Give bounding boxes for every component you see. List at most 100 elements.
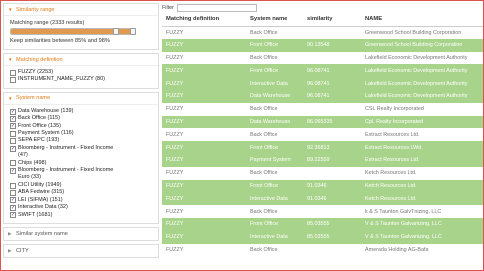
city-header[interactable]: ▶ CITY (4, 245, 158, 257)
system-name-item[interactable]: Bloomberg - Instrument - Fixed Income (10, 167, 154, 174)
system-name-item: Euro (33) (10, 174, 154, 181)
cell-matching-definition: FUZZY (162, 192, 246, 206)
cell-system-name: Front Office (246, 141, 303, 154)
cell-name: Ketch Resources Ltd. (361, 179, 483, 193)
cell-similarity: 92.36813 (303, 141, 361, 154)
app-frame: ▼ Similarity range Matching range (2333 … (0, 0, 484, 271)
checkbox[interactable] (10, 138, 16, 145)
system-name-item-label: Interactive Data (32) (18, 204, 68, 211)
checkbox[interactable] (10, 108, 16, 115)
city-title: CITY (16, 247, 29, 254)
table-row[interactable]: FUZZY Back Office Amerada Holding AG-Bafa (162, 243, 483, 257)
matching-definition-header[interactable]: ▼ Matching definition (4, 54, 158, 66)
system-name-item[interactable]: Interactive Data (32) (10, 204, 154, 211)
system-name-item-label: Euro (33) (18, 174, 41, 181)
checkbox[interactable] (10, 115, 16, 122)
slider-handle-max[interactable] (129, 28, 136, 35)
table-row[interactable]: FUZZY Payment System 89.22559 Extract Resou… (162, 153, 483, 167)
cell-name: CSL Realty Incorporated (361, 102, 483, 116)
system-name-item[interactable]: CICI Utility (1949) (10, 182, 154, 189)
system-name-item[interactable]: Front Office (135) (10, 123, 154, 130)
checkbox[interactable] (10, 167, 16, 174)
system-name-item[interactable]: ABA Fedwire (315) (10, 189, 154, 196)
table-row[interactable]: FUZZY Back Office Extract Resources Ltd. (162, 128, 483, 142)
checkbox[interactable] (10, 145, 16, 152)
filter-input[interactable] (176, 4, 257, 12)
similar-system-name-header[interactable]: ▶ Similar system name (4, 228, 158, 240)
cell-matching-definition: FUZZY (162, 51, 246, 65)
system-name-item-label: CICI Utility (1949) (18, 181, 62, 188)
system-name-item[interactable]: Back Office (115) (10, 115, 154, 122)
cell-similarity: 85.03555 (303, 230, 361, 244)
checkbox[interactable] (10, 197, 16, 204)
table-row[interactable]: FUZZY Back Office CSL Realty Incorporated (162, 102, 483, 116)
system-name-item[interactable]: SEPA EPC (193) (10, 137, 154, 145)
table-row[interactable]: FUZZY Front Office 92.36813 Extract Resourc… (162, 141, 483, 154)
cell-name: Lakefield Economic Development Authority (361, 77, 483, 90)
cell-name: k & S Taunton GalvTnizing, LLC (361, 205, 483, 218)
matching-definition-item[interactable]: FUZZY (2253) (10, 69, 154, 76)
cell-name: V & S Taunton Galvanizing, LLC (361, 230, 483, 244)
table-row[interactable]: FUZZY Interactive Data 91.0346 Ketch Resour… (162, 192, 483, 206)
cell-matching-definition: FUZZY (162, 38, 246, 52)
cell-matching-definition: FUZZY (162, 217, 246, 231)
table-row[interactable]: FUZZY Front Office 96.08741 Lakefield Econo… (162, 64, 483, 78)
cell-name: Cpl. Realty Incorporated (361, 115, 483, 129)
column-header-name[interactable]: NAME (361, 13, 483, 27)
system-name-item[interactable]: Chips (498) (10, 160, 154, 167)
table-row[interactable]: FUZZY Back Office Lakefield Economic Devel… (162, 51, 483, 65)
table-row[interactable]: FUZZY Back Office Greenwood School Buildin… (162, 26, 483, 39)
system-name-item[interactable]: Payment System (116) (10, 130, 154, 137)
column-header-matching-definition[interactable]: Matching definition (162, 13, 246, 27)
system-name-item[interactable]: LEI (SIFMA) (151) (10, 197, 154, 204)
checkbox[interactable] (10, 189, 16, 196)
results-panel: Filter Matching definition System name s… (162, 3, 483, 269)
system-name-item[interactable]: Bloomberg - Instrument - Fixed Income (10, 145, 154, 152)
similarity-range-header[interactable]: ▼ Similarity range (4, 4, 158, 16)
cell-system-name: Front Office (246, 64, 303, 78)
cell-similarity: 91.0346 (303, 192, 361, 206)
cell-system-name: Back Office (246, 205, 303, 218)
cell-matching-definition: FUZZY (162, 179, 246, 193)
table-row[interactable]: FUZZY Data Warehouse 86.065335 Cpl. Realty … (162, 115, 483, 129)
cell-similarity (303, 243, 361, 257)
matching-definition-item-label: FUZZY (2253) (18, 69, 54, 75)
table-row[interactable]: FUZZY Interactive Data 85.03555 V & S Taunt… (162, 230, 483, 244)
cell-similarity (303, 51, 361, 65)
cell-similarity (303, 26, 361, 39)
checkbox[interactable] (10, 77, 16, 84)
system-name-item[interactable]: SWIFT (1681) (10, 212, 154, 219)
checkbox[interactable] (10, 130, 16, 137)
system-name-item[interactable]: Data Warehouse (139) (10, 108, 154, 115)
slider-handle-min[interactable] (113, 28, 120, 35)
checkbox[interactable] (10, 160, 16, 167)
column-header-similarity[interactable]: similarity (303, 13, 361, 27)
checkbox[interactable] (10, 204, 16, 211)
cell-system-name: Interactive Data (246, 192, 303, 206)
table-row[interactable]: FUZZY Front Office 90.13548 Greenwood Schoo… (162, 38, 483, 52)
cell-similarity: 96.08741 (303, 77, 361, 90)
table-row[interactable]: FUZZY Back Office Ketch Resources Ltd. (162, 166, 483, 180)
cell-system-name: Back Office (246, 26, 303, 39)
cell-matching-definition: FUZZY (162, 89, 246, 103)
system-name-title: System name (16, 95, 51, 102)
keep-similarities-label: Keep similarities between 85% and 98% (10, 38, 110, 44)
table-row[interactable]: FUZZY Front Office 85.03555 V & S Taunton G… (162, 217, 483, 231)
column-header-system-name[interactable]: System name (246, 13, 303, 27)
table-row[interactable]: FUZZY Front Office 91.0346 Ketch Resources … (162, 179, 483, 193)
table-row[interactable]: FUZZY Back Office k & S Taunton GalvTnizin… (162, 205, 483, 218)
similarity-slider[interactable] (10, 28, 136, 35)
checkbox[interactable] (10, 212, 16, 219)
cell-matching-definition: FUZZY (162, 26, 246, 39)
checkbox[interactable] (10, 123, 16, 130)
cell-name: Ketch Resources Ltd. (361, 166, 483, 180)
table-row[interactable]: FUZZY Interactive Data 96.08741 Lakefield E… (162, 77, 483, 90)
system-name-header[interactable]: ▼ System name (4, 93, 158, 105)
matching-definition-item[interactable]: INSTRUMENT_NAME_FUZZY (80) (10, 76, 154, 84)
checkbox[interactable] (10, 182, 16, 189)
cell-similarity (303, 102, 361, 116)
checkbox[interactable] (10, 69, 16, 76)
table-row[interactable]: FUZZY Data Warehouse 96.08741 Lakefield Eco… (162, 89, 483, 103)
system-name-section: ▼ System name Data Warehouse (139)Back O… (3, 91, 159, 224)
cell-similarity: 86.065335 (303, 115, 361, 129)
